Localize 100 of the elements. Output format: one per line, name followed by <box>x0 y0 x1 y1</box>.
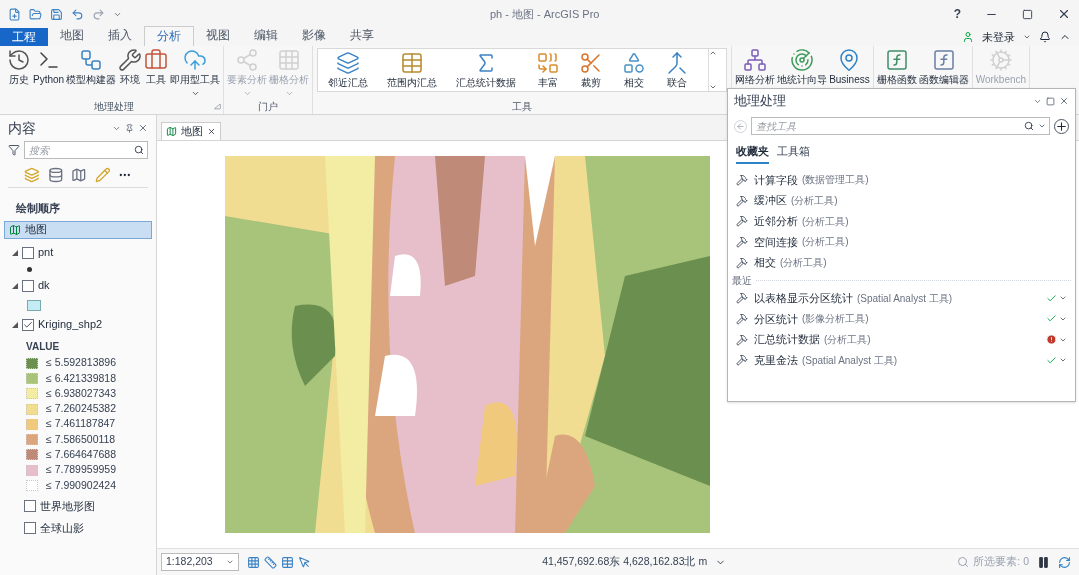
hammer-icon <box>736 235 748 248</box>
map-icon <box>9 223 21 236</box>
search-field[interactable]: 搜索 <box>24 141 148 159</box>
ribbon-tab[interactable]: 影像 <box>290 26 338 46</box>
ribbon-button[interactable]: Business <box>828 46 871 87</box>
history-icon <box>7 48 31 72</box>
expand-arrow-icon[interactable] <box>12 282 18 289</box>
bell-icon[interactable] <box>1039 31 1051 43</box>
search-icon <box>134 145 144 155</box>
section-heading: 绘制顺序 <box>15 201 61 216</box>
function-editor-icon <box>931 48 956 72</box>
legend-heading: VALUE <box>26 339 61 354</box>
ribbon-button[interactable]: 邻近汇总 <box>326 49 369 90</box>
checkbox[interactable] <box>22 279 34 292</box>
checkbox[interactable] <box>22 246 34 259</box>
ribbon-tab[interactable]: 视图 <box>194 26 242 46</box>
ribbon-button[interactable]: 范围内汇总 <box>386 49 438 90</box>
pane-title: 地理处理 <box>734 92 786 111</box>
ribbon-button[interactable]: 地统计向导 <box>776 46 829 87</box>
class-label: ≤ 7.664647688 <box>46 447 116 463</box>
ribbon-button[interactable]: 即用型工具 <box>169 46 222 98</box>
tool-list-item[interactable]: 缓冲区 (分析工具) <box>728 190 1075 211</box>
close-icon[interactable] <box>1057 7 1071 21</box>
ribbon-button[interactable]: 联合 <box>664 49 691 90</box>
ribbon-button[interactable]: 网络分析 <box>734 46 777 87</box>
group-label: 门户 <box>258 100 279 114</box>
tool-list-item[interactable]: 以表格显示分区统计 (Spatial Analyst 工具) <box>728 287 1075 309</box>
open-icon[interactable] <box>29 7 42 21</box>
tool-list-item[interactable]: 近邻分析 (分析工具) <box>728 210 1075 232</box>
help-button[interactable]: ? <box>953 5 961 23</box>
map-sheet-icon[interactable] <box>71 167 87 183</box>
ribbon-tab[interactable]: 编辑 <box>242 26 290 46</box>
check-icon <box>23 319 33 330</box>
filter-icon[interactable] <box>8 144 20 156</box>
close-icon[interactable] <box>207 127 216 136</box>
raster-analysis-icon <box>277 48 302 72</box>
ribbon-button[interactable]: Python <box>32 46 66 87</box>
maximize-icon[interactable] <box>1046 96 1055 106</box>
pane-tab[interactable]: 工具箱 <box>777 143 810 164</box>
scale-dropdown[interactable]: 1:182,203 <box>161 553 239 571</box>
user-icon[interactable] <box>962 31 974 43</box>
scroll-down-icon[interactable] <box>709 83 717 91</box>
grid-icon[interactable] <box>247 555 260 569</box>
network-icon <box>743 48 768 72</box>
ribbon-button[interactable]: 栅格函数 <box>875 46 918 87</box>
account-menu[interactable]: 未登录 <box>982 28 1015 46</box>
map-item[interactable]: 地图 <box>4 220 152 239</box>
ribbon-tab[interactable]: 共享 <box>338 26 386 46</box>
pane-tab[interactable]: 收藏夹 <box>736 143 769 164</box>
tool-list-item[interactable]: 分区统计 (影像分析工具) <box>728 308 1075 330</box>
caret-icon <box>226 558 234 566</box>
checkbox[interactable] <box>22 318 34 331</box>
class-label: ≤ 7.990902424 <box>46 477 116 493</box>
new-project-icon[interactable] <box>8 7 21 21</box>
ribbon-button[interactable]: 函数编辑器 <box>917 46 970 87</box>
workbench-icon <box>988 48 1013 72</box>
tool-list-item[interactable]: 计算字段 (数据管理工具) <box>728 169 1075 191</box>
ribbon-button[interactable]: 工具 <box>143 46 170 87</box>
pause-icon[interactable] <box>1037 555 1050 569</box>
ribbon-tab[interactable]: 插入 <box>96 26 144 46</box>
close-icon[interactable] <box>138 123 148 133</box>
class-label: ≤ 7.461187847 <box>46 416 116 432</box>
checkbox[interactable] <box>24 522 36 535</box>
ribbon-button[interactable]: 汇总统计数据 <box>455 49 518 90</box>
search-icon <box>1024 121 1034 131</box>
pin-icon[interactable] <box>125 123 134 133</box>
scroll-up-icon[interactable] <box>709 49 717 57</box>
ribbon-button[interactable]: 丰富 <box>534 49 561 90</box>
ribbon-tab[interactable]: 地图 <box>48 26 96 46</box>
tool-list-item[interactable]: 相交 (分析工具) <box>728 252 1075 273</box>
hammer-icon <box>736 333 748 346</box>
ribbon-button[interactable]: 环境 <box>117 46 144 87</box>
save-icon[interactable] <box>50 7 63 21</box>
map-icon <box>166 126 177 137</box>
refresh-icon[interactable] <box>1058 555 1071 569</box>
ribbon-tab[interactable]: 分析 <box>144 26 194 46</box>
ribbon-button[interactable]: 模型构建器 <box>65 46 118 87</box>
search-field[interactable]: 查找工具 <box>751 117 1050 135</box>
tool-list-item[interactable]: 空间连接 (分析工具) <box>728 231 1075 253</box>
map-tab[interactable]: 地图 <box>161 122 221 140</box>
checkbox[interactable] <box>24 500 36 513</box>
maximize-icon[interactable] <box>1022 8 1033 20</box>
enrich-icon <box>535 51 560 75</box>
class-label: ≤ 6.938027343 <box>46 385 116 401</box>
pointer-icon[interactable] <box>298 555 311 569</box>
data-source-icon[interactable] <box>47 167 64 183</box>
expand-arrow-icon[interactable] <box>12 321 18 328</box>
selection-icon <box>957 556 970 568</box>
layers-icon <box>335 51 360 75</box>
expand-arrow-icon[interactable] <box>12 249 18 256</box>
tool-list-item[interactable]: 克里金法 (Spatial Analyst 工具) <box>728 350 1075 371</box>
ruler-icon[interactable] <box>264 555 277 569</box>
ribbon-button[interactable]: 历史 <box>6 46 32 87</box>
table-icon[interactable] <box>281 555 294 569</box>
file-tab[interactable]: 工程 <box>0 28 48 46</box>
close-icon[interactable] <box>1059 96 1069 106</box>
undo-icon[interactable] <box>71 7 84 21</box>
ribbon-button[interactable]: 相交 <box>621 49 647 90</box>
tool-list-item[interactable]: 汇总统计数据 (分析工具) <box>728 329 1075 350</box>
ribbon-button[interactable]: 裁剪 <box>577 49 604 90</box>
